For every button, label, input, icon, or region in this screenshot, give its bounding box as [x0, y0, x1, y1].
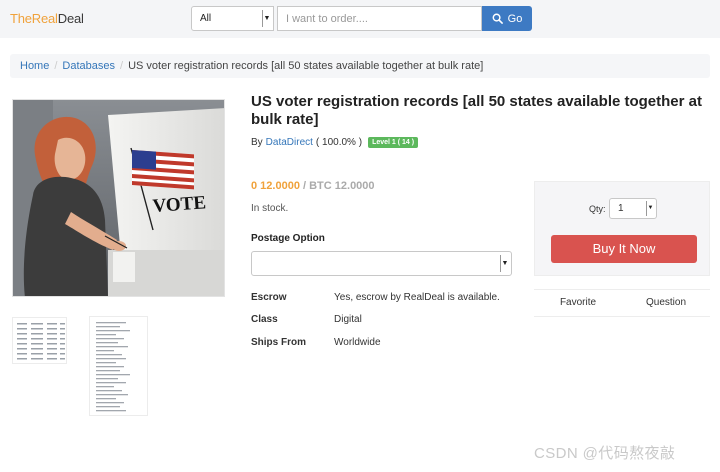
spec-value: Worldwide	[334, 337, 381, 348]
listing-actions: Favorite Question	[534, 289, 710, 317]
quantity-select[interactable]: 1 ▼	[609, 198, 657, 219]
chevron-down-icon: ▼	[646, 201, 654, 216]
voting-booth-photo: VOTE	[13, 100, 224, 296]
breadcrumb: Home / Databases / US voter registration…	[10, 54, 710, 78]
buy-it-now-button[interactable]: Buy It Now	[551, 235, 697, 263]
seller-by-label: By	[251, 137, 263, 148]
seller-rating: ( 100.0% )	[315, 137, 363, 148]
spec-label: Class	[251, 314, 278, 325]
document-preview-icon	[96, 322, 130, 412]
logo-text-deal: Deal	[57, 11, 84, 26]
spec-row-class: Class Digital	[251, 314, 362, 325]
product-title: US voter registration records [all 50 st…	[251, 93, 702, 128]
postage-option-label: Postage Option	[251, 233, 325, 244]
spec-value: Digital	[334, 314, 362, 325]
question-button[interactable]: Question	[622, 290, 710, 316]
watermark: CSDN @代码熬夜敲	[534, 445, 676, 462]
stock-status: In stock.	[251, 203, 289, 214]
favorite-button[interactable]: Favorite	[534, 290, 622, 316]
category-select-value: All	[200, 13, 212, 24]
search-input[interactable]	[277, 6, 482, 31]
breadcrumb-separator: /	[120, 60, 124, 72]
vote-sign-text: VOTE	[152, 192, 207, 217]
category-select[interactable]: All ▼	[191, 6, 274, 31]
site-logo[interactable]: TheRealDeal	[10, 11, 84, 26]
product-main-image[interactable]: VOTE	[12, 99, 225, 297]
go-button-label: Go	[507, 12, 523, 25]
product-thumbnail-1[interactable]	[12, 317, 67, 364]
buy-box: Qty: 1 ▼ Buy It Now	[534, 181, 710, 276]
search-icon	[492, 13, 503, 24]
logo-text-the-real: TheReal	[10, 11, 58, 26]
spec-value: Yes, escrow by RealDeal is available.	[334, 292, 500, 303]
quantity-value: 1	[618, 203, 624, 214]
product-thumbnail-2[interactable]	[89, 316, 148, 416]
breadcrumb-current: US voter registration records [all 50 st…	[128, 60, 484, 72]
quantity-label: Qty:	[589, 204, 606, 214]
top-bar: TheRealDeal All ▼ Go	[0, 0, 720, 38]
price-primary: 0 12.0000	[251, 180, 300, 192]
spec-row-escrow: Escrow Yes, escrow by RealDeal is availa…	[251, 292, 500, 303]
document-preview-icon	[17, 323, 65, 360]
chevron-down-icon: ▼	[500, 255, 509, 272]
seller-level-badge: Level 1 ( 14 )	[368, 137, 419, 148]
seller-link[interactable]: DataDirect	[266, 137, 313, 148]
breadcrumb-home-link[interactable]: Home	[20, 60, 49, 72]
price: 0 12.0000 / BTC 12.0000	[251, 180, 375, 192]
spec-row-ships-from: Ships From Worldwide	[251, 337, 381, 348]
go-button[interactable]: Go	[482, 6, 532, 31]
seller-info: By DataDirect ( 100.0% ) Level 1 ( 14 )	[251, 137, 419, 148]
spec-label: Ships From	[251, 337, 307, 348]
breadcrumb-databases-link[interactable]: Databases	[62, 60, 115, 72]
breadcrumb-separator: /	[54, 60, 58, 72]
spec-label: Escrow	[251, 292, 287, 303]
chevron-down-icon: ▼	[262, 10, 271, 27]
price-btc: / BTC 12.0000	[303, 180, 375, 192]
postage-option-select[interactable]: ▼	[251, 251, 512, 276]
